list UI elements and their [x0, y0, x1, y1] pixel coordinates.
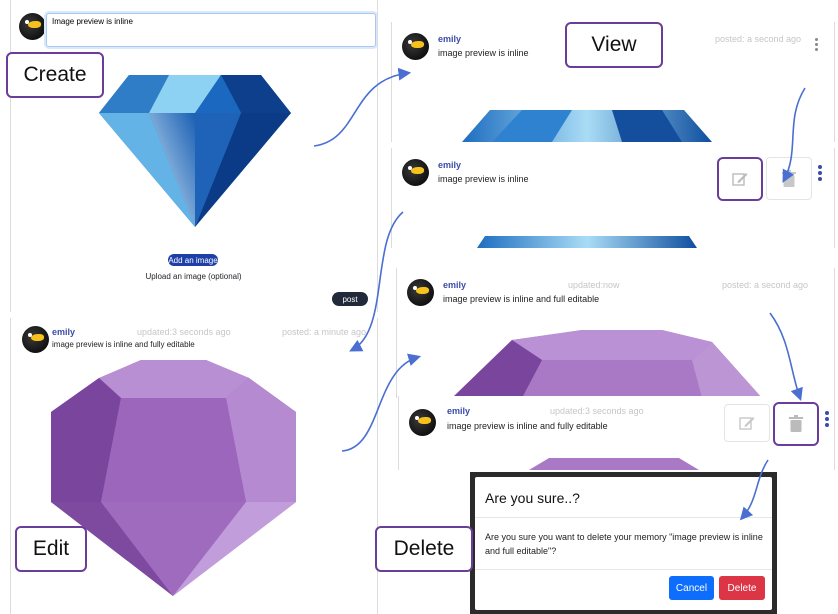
arrow-view-to-edit	[349, 211, 404, 352]
arrow-create-to-view	[313, 67, 412, 147]
flow-arrows	[313, 67, 806, 521]
arrow-trash-to-modal	[739, 459, 769, 521]
arrow-delete-to-trash	[769, 312, 803, 402]
arrow-edit-to-delete	[341, 353, 422, 452]
arrow-view-to-edit-button	[782, 87, 806, 183]
